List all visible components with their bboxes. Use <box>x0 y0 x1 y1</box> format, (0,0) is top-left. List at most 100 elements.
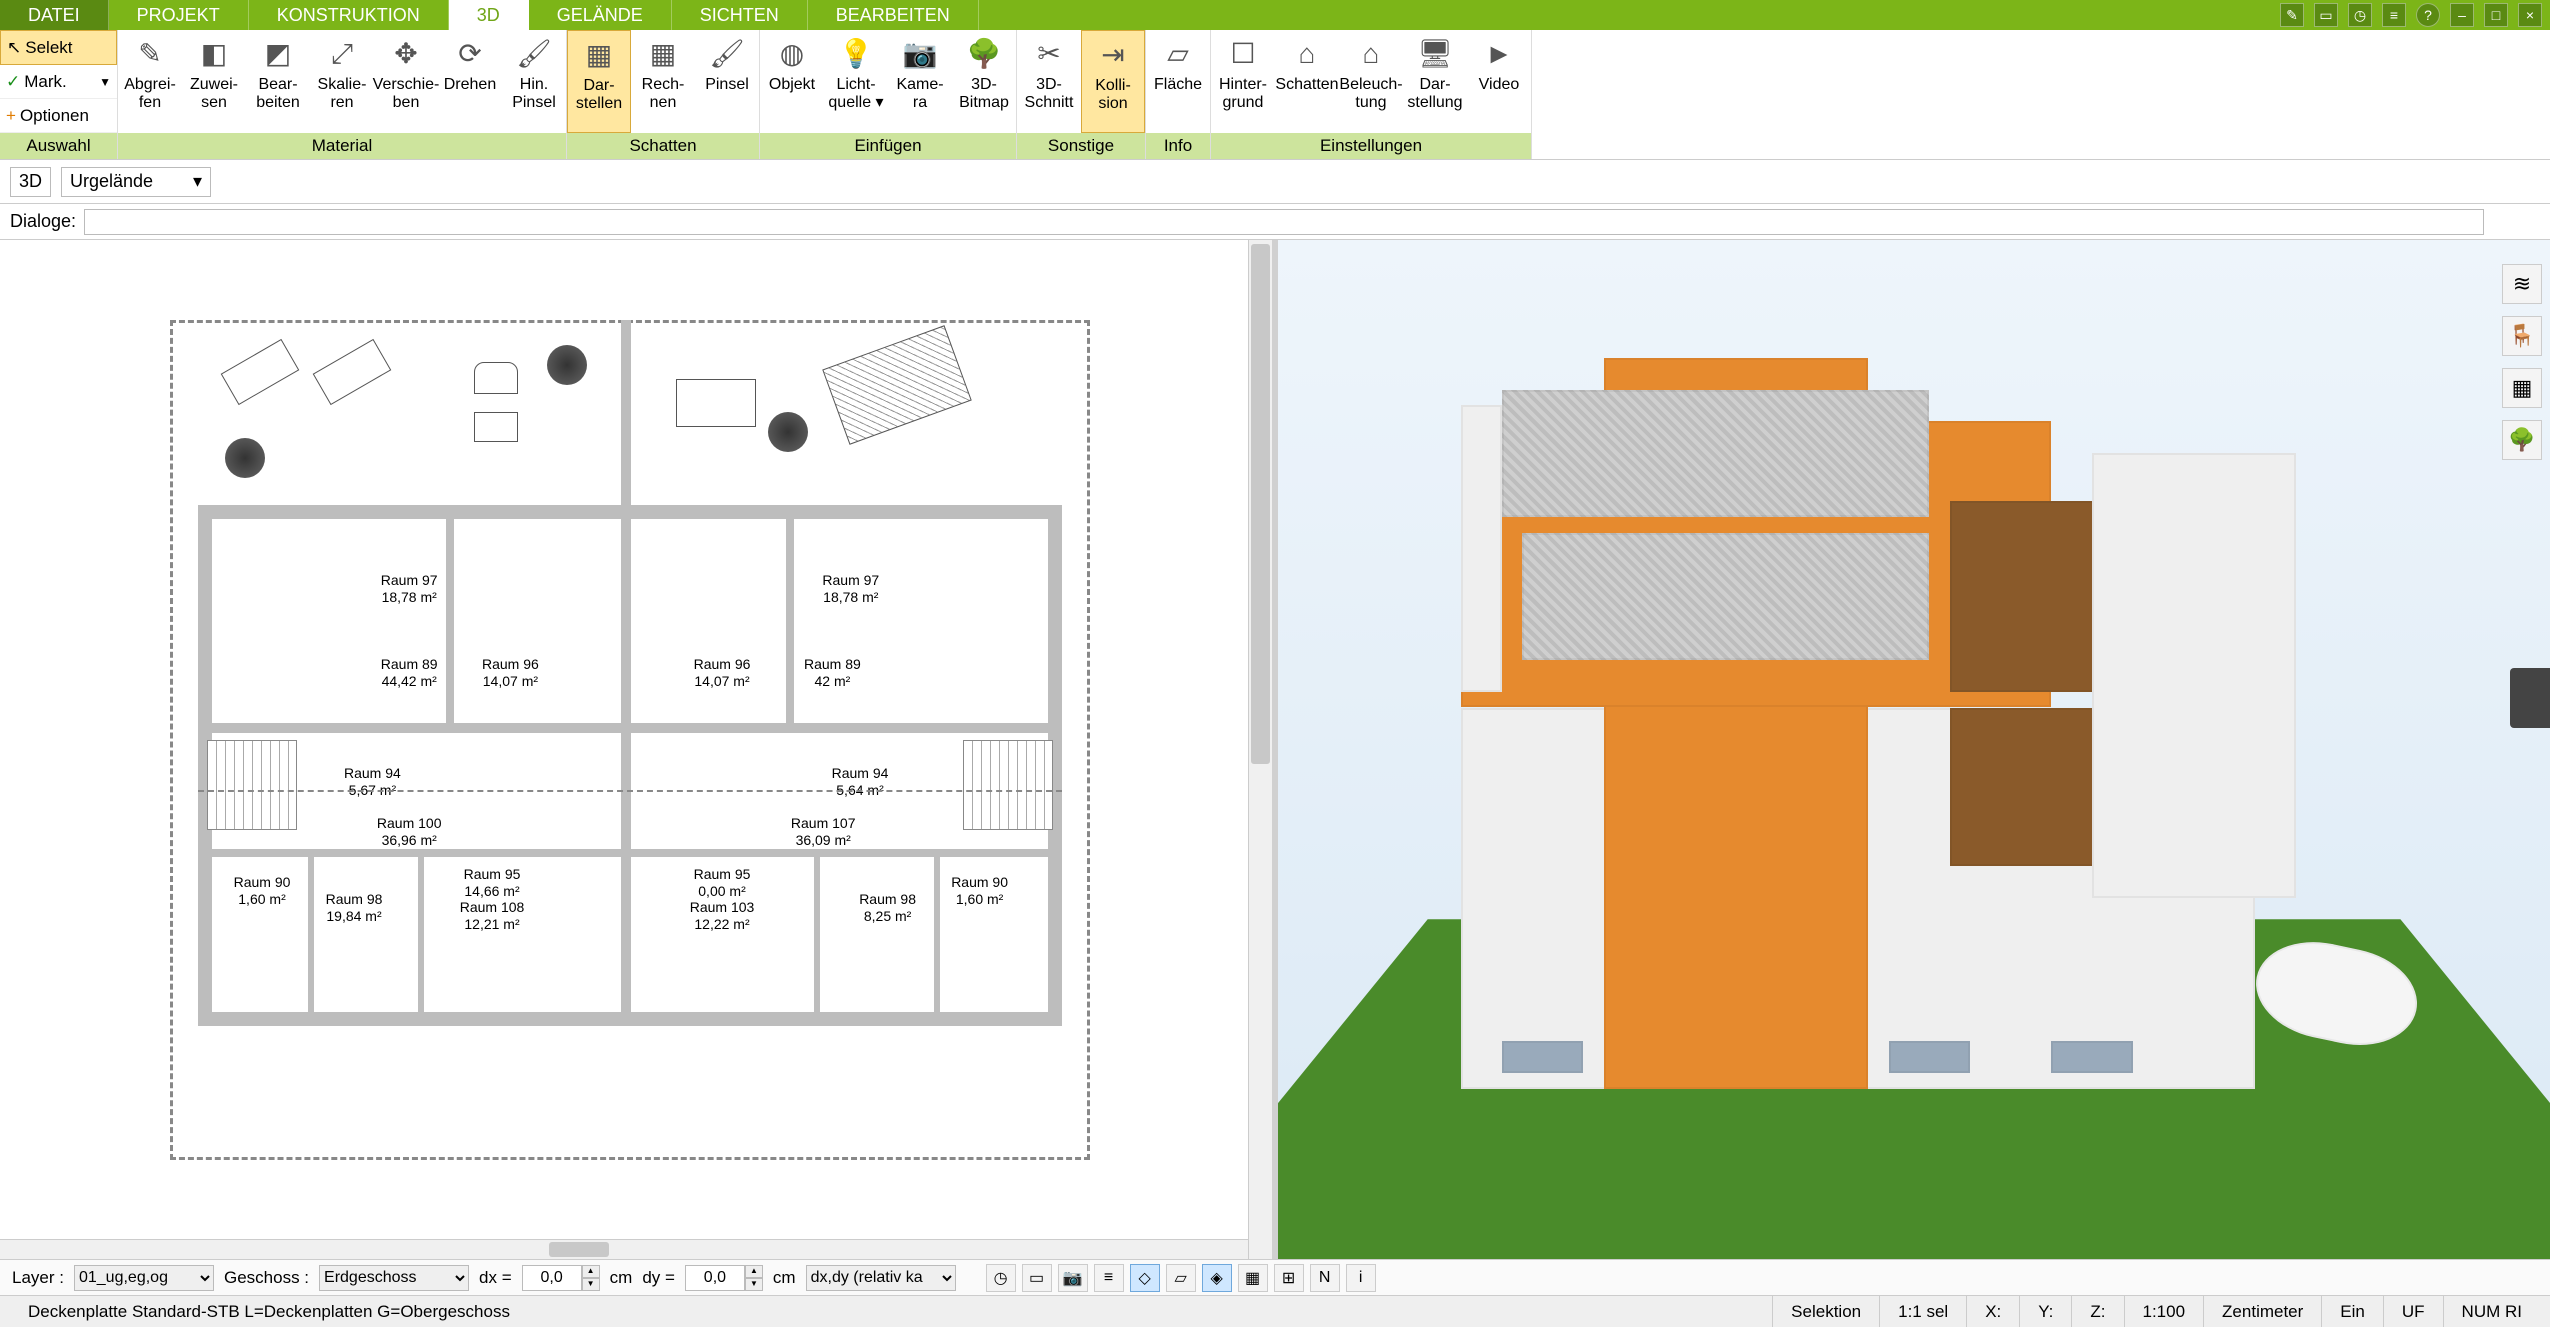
hintergrund-button[interactable]: ☐Hinter- grund <box>1211 30 1275 133</box>
minimize-icon[interactable]: – <box>2450 3 2474 27</box>
room-label: Raum 8944,42 m² <box>381 656 438 690</box>
3d-view-pane[interactable]: ≋ 🪑 ▦ 🌳 <box>1278 240 2550 1259</box>
video-button[interactable]: ►Video <box>1467 30 1531 133</box>
menu-bar: DATEI PROJEKT KONSTRUKTION 3D GELÄNDE SI… <box>0 0 2550 30</box>
rechnen-button[interactable]: ▦Rech- nen <box>631 30 695 133</box>
terrain-dropdown[interactable]: Urgelände▾ <box>61 167 211 197</box>
darstellung-button[interactable]: 🖥Dar- stellung <box>1403 30 1467 133</box>
mark-icon: ✓ <box>6 72 20 92</box>
tool-icon-3[interactable]: ◷ <box>2348 3 2372 27</box>
ctrl-north-button[interactable]: N <box>1310 1264 1340 1292</box>
floorplan-scrollbar-v[interactable] <box>1248 240 1272 1259</box>
dialog-field[interactable] <box>84 209 2484 235</box>
ribbon-group-sonstige: ✂3D- Schnitt⇥Kolli- sionSonstige <box>1017 30 1146 159</box>
menu-3d[interactable]: 3D <box>449 0 529 30</box>
ctrl-clock-button[interactable]: ◷ <box>986 1264 1016 1292</box>
menu-sichten[interactable]: SICHTEN <box>672 0 808 30</box>
group-label-info: Info <box>1146 133 1210 159</box>
menu-bearbeiten[interactable]: BEARBEITEN <box>808 0 979 30</box>
status-selection: Selektion <box>1772 1296 1879 1327</box>
3d-schnitt-button[interactable]: ✂3D- Schnitt <box>1017 30 1081 133</box>
darstellen-label: Dar- stellen <box>576 77 622 114</box>
dy-input[interactable] <box>685 1265 745 1291</box>
group-label-einfügen: Einfügen <box>760 133 1016 159</box>
ctrl-grid1-button[interactable]: ▦ <box>1238 1264 1268 1292</box>
select-mode-button[interactable]: ↖Selekt <box>0 30 117 65</box>
colors-tool-icon[interactable]: ▦ <box>2502 368 2542 408</box>
menu-datei[interactable]: DATEI <box>0 0 109 30</box>
zuweisen-button[interactable]: ◧Zuwei- sen <box>182 30 246 133</box>
verschieben-icon: ✥ <box>388 36 424 72</box>
kollision-button[interactable]: ⇥Kolli- sion <box>1081 30 1145 133</box>
lichtquelle-button[interactable]: 💡Licht- quelle ▾ <box>824 30 888 133</box>
room-label: Raum 9614,07 m² <box>482 656 539 690</box>
abgreifen-button[interactable]: ✎Abgrei- fen <box>118 30 182 133</box>
darstellen-button[interactable]: ▦Dar- stellen <box>567 30 631 133</box>
bearbeiten-button[interactable]: ◩Bear- beiten <box>246 30 310 133</box>
layer-select[interactable]: 01_ug,eg,og <box>74 1265 214 1291</box>
view-mode-field[interactable]: 3D <box>10 167 51 197</box>
beleuchtung-button[interactable]: ⌂Beleuch- tung <box>1339 30 1403 133</box>
furniture-tool-icon[interactable]: 🪑 <box>2502 316 2542 356</box>
kollision-icon: ⇥ <box>1095 37 1131 73</box>
terrain-tool-icon[interactable]: 🌳 <box>2502 420 2542 460</box>
floorplan-pane[interactable]: Raum 9718,78 m²Raum 9718,78 m²Raum 8944,… <box>0 240 1278 1259</box>
ctrl-snap1-button[interactable]: ◇ <box>1130 1264 1160 1292</box>
drehen-button[interactable]: ⟳Drehen <box>438 30 502 133</box>
maximize-icon[interactable]: □ <box>2484 3 2508 27</box>
floorplan-scrollbar-h[interactable] <box>0 1239 1248 1259</box>
objekt-button[interactable]: ◍Objekt <box>760 30 824 133</box>
dy-up[interactable]: ▲ <box>745 1265 763 1278</box>
flaeche-label: Fläche <box>1154 76 1202 94</box>
flaeche-button[interactable]: ▱Fläche <box>1146 30 1210 133</box>
menu-gelaende[interactable]: GELÄNDE <box>529 0 672 30</box>
room-label: Raum 988,25 m² <box>859 891 916 925</box>
close-icon[interactable]: × <box>2518 3 2542 27</box>
room-label: Raum 901,60 m² <box>951 874 1008 908</box>
dx-down[interactable]: ▼ <box>582 1278 600 1291</box>
coord-mode-select[interactable]: dx,dy (relativ ka <box>806 1265 956 1291</box>
skalieren-icon: ⤢ <box>324 36 360 72</box>
ribbon-group-einfügen: ◍Objekt💡Licht- quelle ▾📷Kame- ra🌳3D- Bit… <box>760 30 1017 159</box>
hin-pinsel-button[interactable]: 🖌Hin. Pinsel <box>502 30 566 133</box>
schatten-set-button[interactable]: ⌂Schatten <box>1275 30 1339 133</box>
layers-tool-icon[interactable]: ≋ <box>2502 264 2542 304</box>
3d-bitmap-button[interactable]: 🌳3D- Bitmap <box>952 30 1016 133</box>
tool-icon-2[interactable]: ▭ <box>2314 3 2338 27</box>
kamera-button[interactable]: 📷Kame- ra <box>888 30 952 133</box>
pinsel-icon: 🖌 <box>709 36 745 72</box>
ctrl-film-button[interactable]: ▭ <box>1022 1264 1052 1292</box>
tool-icon-1[interactable]: ✎ <box>2280 3 2304 27</box>
video-icon: ► <box>1481 36 1517 72</box>
ctrl-cam-button[interactable]: 📷 <box>1058 1264 1088 1292</box>
verschieben-button[interactable]: ✥ Verschie- ben <box>374 30 438 133</box>
tool-icon-4[interactable]: ≡ <box>2382 3 2406 27</box>
status-y: Y: <box>2019 1296 2071 1327</box>
help-icon[interactable]: ? <box>2416 3 2440 27</box>
pinsel-button[interactable]: 🖌Pinsel <box>695 30 759 133</box>
menu-konstruktion[interactable]: KONSTRUKTION <box>249 0 449 30</box>
ctrl-align1-button[interactable]: ≡ <box>1094 1264 1124 1292</box>
verschieben-label: Verschie- ben <box>373 76 440 113</box>
menu-projekt[interactable]: PROJEKT <box>109 0 249 30</box>
dx-input[interactable] <box>522 1265 582 1291</box>
dy-down[interactable]: ▼ <box>745 1278 763 1291</box>
ctrl-grid2-button[interactable]: ⊞ <box>1274 1264 1304 1292</box>
beleuchtung-label: Beleuch- tung <box>1339 76 1402 113</box>
ribbon-selection-column: ↖Selekt ✓Mark.▼ +Optionen Auswahl <box>0 30 118 159</box>
ctrl-info-button[interactable]: i <box>1346 1264 1376 1292</box>
options-button[interactable]: +Optionen <box>0 99 117 133</box>
ctrl-snap2-button[interactable]: ▱ <box>1166 1264 1196 1292</box>
room-label: Raum 950,00 m² <box>694 866 751 900</box>
ctrl-snap3-button[interactable]: ◈ <box>1202 1264 1232 1292</box>
objekt-icon: ◍ <box>774 36 810 72</box>
side-panel-handle[interactable] <box>2510 668 2550 728</box>
status-ein: Ein <box>2321 1296 2383 1327</box>
mark-mode-button[interactable]: ✓Mark.▼ <box>0 65 117 99</box>
geschoss-select[interactable]: Erdgeschoss <box>319 1265 469 1291</box>
room-label: Raum 8942 m² <box>804 656 861 690</box>
lichtquelle-label: Licht- quelle ▾ <box>828 76 883 113</box>
ribbon-group-einstellungen: ☐Hinter- grund⌂Schatten⌂Beleuch- tung🖥Da… <box>1211 30 1532 159</box>
dx-up[interactable]: ▲ <box>582 1265 600 1278</box>
skalieren-button[interactable]: ⤢Skalie- ren <box>310 30 374 133</box>
